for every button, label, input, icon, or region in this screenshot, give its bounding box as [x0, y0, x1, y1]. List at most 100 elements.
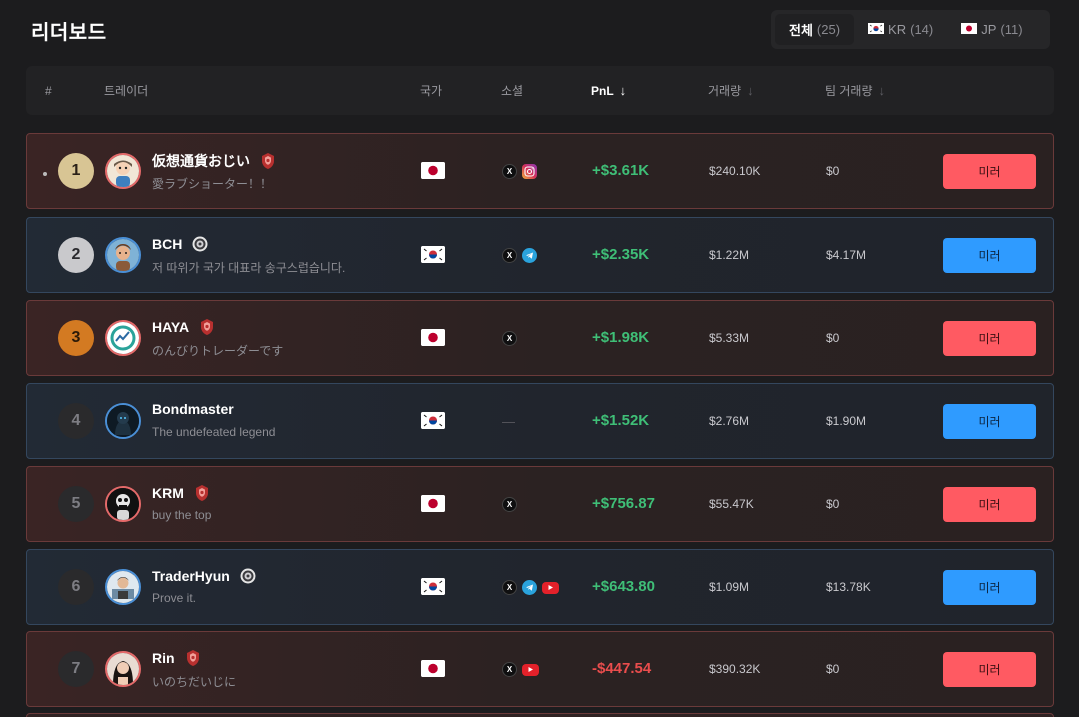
filter-tab-count: (25)	[816, 22, 841, 37]
trader-name[interactable]: KRM	[152, 484, 211, 502]
team-volume-value: $4.17M	[826, 248, 867, 262]
pnl-value: +$1.98K	[592, 329, 650, 346]
rank-badge: 4	[58, 403, 94, 439]
mirror-button[interactable]: 미러	[943, 570, 1036, 605]
trader-bio: のんびりトレーダーです	[152, 344, 284, 358]
avatar[interactable]	[105, 486, 141, 522]
rank-badge: 1	[58, 153, 94, 189]
kr-flag-icon	[868, 22, 885, 37]
trader-name[interactable]: Bondmaster	[152, 401, 234, 417]
social-links: X	[502, 164, 537, 179]
sort-down-icon: ↓	[619, 83, 627, 98]
social-links: X	[502, 662, 539, 677]
volume-value: $390.32K	[709, 662, 761, 676]
trader-name-text: Bondmaster	[152, 401, 234, 417]
table-header: # 트레이더 국가 소셜 PnL ↓ 거래량 ↓ 팀 거래량 ↓	[26, 66, 1054, 115]
youtube-icon[interactable]	[542, 581, 559, 594]
jp-team-badge-icon	[193, 484, 211, 502]
mirror-button[interactable]: 미러	[943, 321, 1036, 356]
trader-bio: 저 따위가 국가 대표라 송구스럽습니다.	[152, 261, 346, 275]
x-twitter-icon[interactable]: X	[502, 248, 517, 263]
mirror-button[interactable]: 미러	[943, 238, 1036, 273]
avatar[interactable]	[105, 153, 141, 189]
kr-flag-icon	[421, 246, 445, 263]
table-row[interactable]: 5 KRM buy the top X +$756.87 $55.47K $0 …	[26, 466, 1054, 542]
kr-team-badge-icon	[191, 235, 209, 253]
kr-flag-icon	[421, 578, 445, 595]
avatar[interactable]	[105, 651, 141, 687]
telegram-icon[interactable]	[522, 248, 537, 263]
no-social-placeholder: —	[502, 414, 515, 429]
trader-name-text: TraderHyun	[152, 568, 230, 584]
kr-team-badge-icon	[239, 567, 257, 585]
filter-tab-kr[interactable]: KR (14)	[854, 14, 947, 45]
filter-tab-all[interactable]: 전체 (25)	[775, 14, 855, 45]
x-twitter-icon[interactable]: X	[502, 662, 517, 677]
jp-flag-icon	[961, 22, 978, 37]
trader-bio: 愛ラブショーター！！	[152, 177, 273, 191]
table-row[interactable]: 4 Bondmaster The undefeated legend — +$1…	[26, 383, 1054, 459]
mirror-button[interactable]: 미러	[943, 154, 1036, 189]
column-header-country: 국가	[420, 84, 443, 98]
volume-value: $5.33M	[709, 331, 750, 345]
trader-name[interactable]: HAYA	[152, 318, 216, 336]
column-header-volume[interactable]: 거래량 ↓	[708, 66, 754, 115]
avatar[interactable]	[105, 569, 141, 605]
x-twitter-icon[interactable]: X	[502, 331, 517, 346]
sort-down-icon: ↓	[878, 83, 886, 98]
kr-flag-icon	[421, 412, 445, 429]
column-header-team-volume[interactable]: 팀 거래량 ↓	[825, 66, 885, 115]
social-links: X	[502, 497, 517, 512]
x-twitter-icon[interactable]: X	[502, 164, 517, 179]
rank-badge: 7	[58, 651, 94, 687]
social-links: X	[502, 331, 517, 346]
mirror-button[interactable]: 미러	[943, 404, 1036, 439]
avatar[interactable]	[105, 237, 141, 273]
column-header-volume-label: 거래량	[708, 84, 742, 98]
filter-tab-label: 전체	[789, 23, 813, 38]
volume-value: $1.09M	[709, 580, 750, 594]
social-links: —	[502, 414, 515, 429]
pnl-value: -$447.54	[592, 660, 652, 677]
column-header-pnl[interactable]: PnL ↓	[591, 66, 626, 115]
page-title: 리더보드	[31, 22, 107, 44]
table-row[interactable]: 7 Rin いのちだいじに X -$447.54 $390.32K $0 미러	[26, 631, 1054, 707]
table-row-next-partial	[26, 713, 1054, 717]
column-header-social: 소셜	[501, 84, 524, 98]
avatar[interactable]	[105, 320, 141, 356]
trader-name-text: Rin	[152, 650, 175, 666]
youtube-icon[interactable]	[522, 663, 539, 676]
team-volume-value: $1.90M	[826, 414, 867, 428]
table-row[interactable]: 3 HAYA のんびりトレーダーです X +$1.98K $5.33M $0 미…	[26, 300, 1054, 376]
pnl-value: +$3.61K	[592, 162, 650, 179]
avatar[interactable]	[105, 403, 141, 439]
telegram-icon[interactable]	[522, 580, 537, 595]
trader-name[interactable]: Rin	[152, 649, 202, 667]
instagram-icon[interactable]	[522, 164, 537, 179]
x-twitter-icon[interactable]: X	[502, 497, 517, 512]
trader-name[interactable]: TraderHyun	[152, 567, 257, 585]
mirror-button[interactable]: 미러	[943, 652, 1036, 687]
trader-name[interactable]: 仮想通貨おじい	[152, 151, 277, 171]
column-header-pnl-label: PnL	[591, 83, 614, 98]
volume-value: $1.22M	[709, 248, 750, 262]
table-row[interactable]: 2 BCH 저 따위가 국가 대표라 송구스럽습니다. X +$2.35K $1…	[26, 217, 1054, 293]
mirror-button[interactable]: 미러	[943, 487, 1036, 522]
filter-tab-count: (11)	[1000, 22, 1023, 37]
volume-value: $55.47K	[709, 497, 754, 511]
jp-team-badge-icon	[184, 649, 202, 667]
trader-name[interactable]: BCH	[152, 235, 209, 253]
filter-tab-count: (14)	[910, 22, 934, 37]
table-row[interactable]: 1 仮想通貨おじい 愛ラブショーター！！ X +$3.61K $240.10K …	[26, 133, 1054, 209]
trader-name-text: BCH	[152, 236, 183, 252]
rank-badge: 3	[58, 320, 94, 356]
social-links: X	[502, 248, 537, 263]
column-header-rank: #	[45, 83, 52, 98]
x-twitter-icon[interactable]: X	[502, 580, 517, 595]
table-row[interactable]: 6 TraderHyun Prove it. X +$643.80 $1.09M…	[26, 549, 1054, 625]
team-volume-value: $0	[826, 164, 840, 178]
trader-bio: いのちだいじに	[152, 675, 237, 689]
team-volume-value: $0	[826, 331, 840, 345]
filter-tab-jp[interactable]: JP (11)	[947, 14, 1036, 45]
trader-name-text: KRM	[152, 485, 184, 501]
